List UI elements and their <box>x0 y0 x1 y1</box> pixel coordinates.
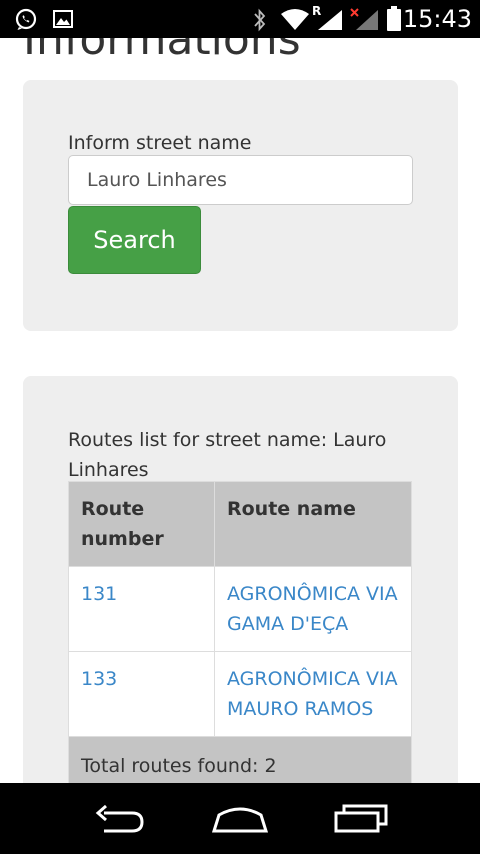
signal-roaming-icon <box>316 8 344 36</box>
navigation-bar <box>0 783 480 854</box>
column-header-route-number: Route number <box>68 481 215 567</box>
table-row: 131 AGRONÔMICA VIA GAMA D'EÇA <box>68 566 412 652</box>
route-number-cell: 133 <box>68 651 215 737</box>
routes-caption: Routes list for street name: Lauro Linha… <box>68 429 387 481</box>
total-routes: Total routes found: 2 <box>68 736 412 783</box>
column-header-route-name: Route name <box>214 481 412 567</box>
route-number-cell: 131 <box>68 566 215 652</box>
table-header-row: Route number Route name <box>68 481 412 567</box>
route-number-link[interactable]: 131 <box>81 583 117 605</box>
status-time: 15:43 <box>402 5 472 33</box>
route-name-cell: AGRONÔMICA VIA GAMA D'EÇA <box>214 566 412 652</box>
street-name-label: Inform street name <box>68 132 252 154</box>
search-button[interactable]: Search <box>68 206 201 274</box>
battery-icon <box>386 6 402 36</box>
page-title: Informations <box>23 38 301 65</box>
route-name-link[interactable]: AGRONÔMICA VIA GAMA D'EÇA <box>227 583 398 635</box>
route-name-link[interactable]: AGRONÔMICA VIA MAURO RAMOS <box>227 668 398 720</box>
wifi-icon <box>280 8 310 36</box>
recents-icon[interactable] <box>332 799 392 839</box>
image-icon <box>52 8 74 34</box>
results-panel: Routes list for street name: Lauro Linha… <box>23 376 458 783</box>
route-name-cell: AGRONÔMICA VIA MAURO RAMOS <box>214 651 412 737</box>
page-content[interactable]: Informations Inform street name Search R… <box>0 38 480 783</box>
search-panel: Inform street name Search <box>23 80 458 331</box>
street-name-input[interactable] <box>68 155 413 205</box>
back-icon[interactable] <box>90 799 150 839</box>
home-icon[interactable] <box>210 799 270 839</box>
status-bar: R 15:43 <box>0 0 480 38</box>
table-footer-row: Total routes found: 2 <box>68 736 412 783</box>
route-number-link[interactable]: 133 <box>81 668 117 690</box>
signal-no-service-icon <box>350 8 380 36</box>
routes-table: Route number Route name 131 AGRONÔMICA V… <box>68 481 412 783</box>
whatsapp-icon <box>14 8 38 36</box>
bluetooth-icon <box>252 8 268 36</box>
table-row: 133 AGRONÔMICA VIA MAURO RAMOS <box>68 651 412 737</box>
